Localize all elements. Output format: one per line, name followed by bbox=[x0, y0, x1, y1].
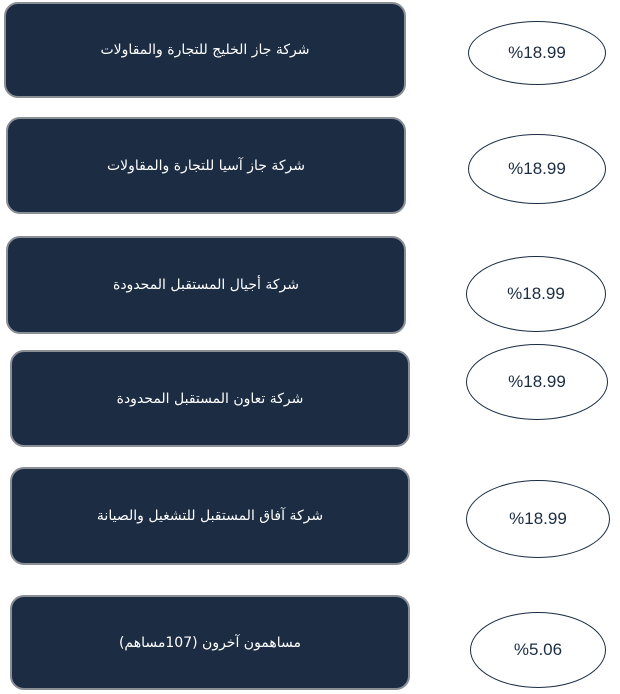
shareholder-name: شركة جاز الخليج للتجارة والمقاولات bbox=[100, 42, 310, 58]
shareholder-box-6: مساهمون آخرون (107مساهم) bbox=[10, 595, 410, 690]
share-ellipse-6: %5.06 bbox=[470, 612, 606, 688]
shareholder-box-2: شركة جاز آسيا للتجارة والمقاولات bbox=[6, 117, 406, 214]
shareholder-name: شركة أجيال المستقبل المحدودة bbox=[112, 277, 300, 293]
share-percent: %18.99 bbox=[507, 284, 565, 303]
shareholder-name: شركة جاز آسيا للتجارة والمقاولات bbox=[106, 157, 306, 174]
share-percent: %18.99 bbox=[508, 372, 566, 391]
shareholder-name: مساهمون آخرون (107مساهم) bbox=[118, 634, 302, 651]
share-percent: %5.06 bbox=[513, 640, 563, 659]
share-ellipse-3: %18.99 bbox=[466, 256, 606, 332]
share-percent: %18.99 bbox=[508, 159, 566, 178]
share-ellipse-5: %18.99 bbox=[466, 480, 610, 558]
share-ellipse-4: %18.99 bbox=[466, 344, 608, 420]
share-percent: %18.99 bbox=[509, 509, 567, 528]
shareholder-name: شركة آفاق المستقبل للتشغيل والصيانة bbox=[96, 508, 324, 524]
shareholder-box-1: شركة جاز الخليج للتجارة والمقاولات bbox=[4, 2, 406, 98]
shareholder-box-5: شركة آفاق المستقبل للتشغيل والصيانة bbox=[10, 467, 410, 565]
share-ellipse-1: %18.99 bbox=[468, 21, 606, 85]
shareholder-box-3: شركة أجيال المستقبل المحدودة bbox=[6, 236, 406, 334]
shareholder-name: شركة تعاون المستقبل المحدودة bbox=[116, 390, 304, 407]
share-ellipse-2: %18.99 bbox=[468, 134, 606, 204]
shareholder-box-4: شركة تعاون المستقبل المحدودة bbox=[10, 350, 410, 447]
share-percent: %18.99 bbox=[508, 43, 566, 62]
